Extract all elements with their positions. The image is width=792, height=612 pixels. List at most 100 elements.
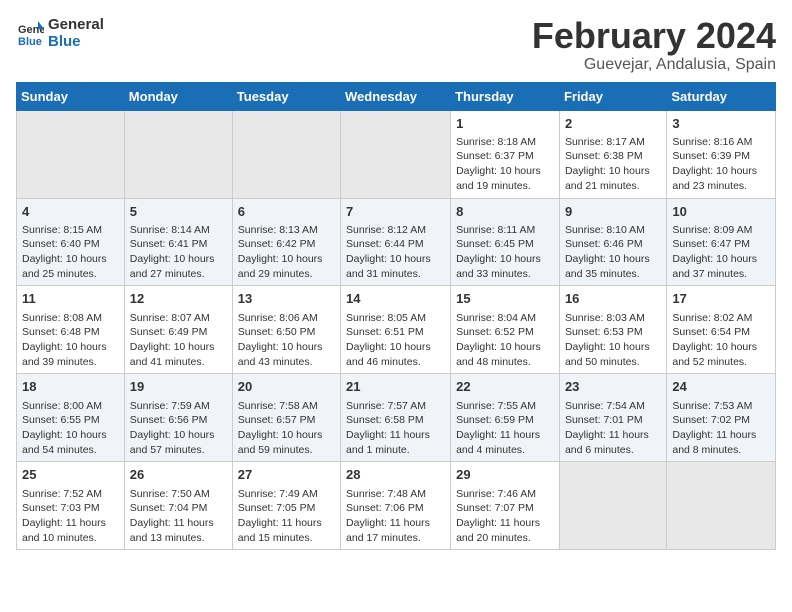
day-info: Sunrise: 8:03 AM Sunset: 6:53 PM Dayligh… (565, 311, 661, 370)
day-info: Sunrise: 8:06 AM Sunset: 6:50 PM Dayligh… (238, 311, 335, 370)
calendar-table: SundayMondayTuesdayWednesdayThursdayFrid… (16, 82, 776, 551)
day-number: 22 (456, 378, 554, 396)
calendar-cell (559, 462, 666, 550)
day-info: Sunrise: 7:50 AM Sunset: 7:04 PM Dayligh… (130, 487, 227, 546)
day-number: 11 (22, 290, 119, 308)
calendar-cell: 4 Sunrise: 8:15 AM Sunset: 6:40 PM Daylig… (17, 198, 125, 286)
calendar-cell (232, 110, 340, 198)
calendar-cell: 20Sunrise: 7:58 AM Sunset: 6:57 PM Dayli… (232, 374, 340, 462)
day-number: 23 (565, 378, 661, 396)
day-number: 19 (130, 378, 227, 396)
day-info: Sunrise: 7:52 AM Sunset: 7:03 PM Dayligh… (22, 487, 119, 546)
calendar-cell: 23 Sunrise: 7:54 AM Sunset: 7:01 PM Dayli… (559, 374, 666, 462)
day-info: Sunrise: 8:17 AM Sunset: 6:38 PM Dayligh… (565, 135, 661, 194)
weekday-header: Monday (124, 82, 232, 110)
calendar-week-row: 25Sunrise: 7:52 AM Sunset: 7:03 PM Dayli… (17, 462, 776, 550)
day-number: 16 (565, 290, 661, 308)
calendar-cell: 11 Sunrise: 8:08 AM Sunset: 6:48 PM Dayli… (17, 286, 125, 374)
calendar-cell (667, 462, 776, 550)
day-info: Sunrise: 8:04 AM Sunset: 6:52 PM Dayligh… (456, 311, 554, 370)
svg-text:Blue: Blue (18, 36, 42, 47)
calendar-title: February 2024 (532, 16, 776, 56)
calendar-cell: 10 Sunrise: 8:09 AM Sunset: 6:47 PM Dayli… (667, 198, 776, 286)
day-info: Sunrise: 8:08 AM Sunset: 6:48 PM Dayligh… (22, 311, 119, 370)
logo: General Blue General Blue (16, 16, 104, 51)
day-info: Sunrise: 7:58 AM Sunset: 6:57 PM Dayligh… (238, 399, 335, 458)
day-info: Sunrise: 7:57 AM Sunset: 6:58 PM Dayligh… (346, 399, 445, 458)
day-number: 5 (130, 203, 227, 221)
day-info: Sunrise: 8:16 AM Sunset: 6:39 PM Dayligh… (672, 135, 770, 194)
calendar-week-row: 18 Sunrise: 8:00 AM Sunset: 6:55 PM Dayli… (17, 374, 776, 462)
calendar-cell (124, 110, 232, 198)
weekday-header: Thursday (451, 82, 560, 110)
weekday-header: Wednesday (341, 82, 451, 110)
weekday-header: Friday (559, 82, 666, 110)
weekday-header-row: SundayMondayTuesdayWednesdayThursdayFrid… (17, 82, 776, 110)
day-number: 24 (672, 378, 770, 396)
calendar-cell: 16 Sunrise: 8:03 AM Sunset: 6:53 PM Dayli… (559, 286, 666, 374)
calendar-cell: 8Sunrise: 8:11 AM Sunset: 6:45 PM Daylig… (451, 198, 560, 286)
day-info: Sunrise: 8:12 AM Sunset: 6:44 PM Dayligh… (346, 223, 445, 282)
calendar-cell: 3 Sunrise: 8:16 AM Sunset: 6:39 PM Daylig… (667, 110, 776, 198)
day-number: 26 (130, 466, 227, 484)
day-info: Sunrise: 7:46 AM Sunset: 7:07 PM Dayligh… (456, 487, 554, 546)
day-number: 18 (22, 378, 119, 396)
calendar-week-row: 4 Sunrise: 8:15 AM Sunset: 6:40 PM Daylig… (17, 198, 776, 286)
calendar-cell: 9 Sunrise: 8:10 AM Sunset: 6:46 PM Daylig… (559, 198, 666, 286)
day-number: 3 (672, 115, 770, 133)
day-number: 29 (456, 466, 554, 484)
page-header: General Blue General Blue February 2024 … (16, 16, 776, 74)
day-number: 4 (22, 203, 119, 221)
calendar-subtitle: Guevejar, Andalusia, Spain (532, 56, 776, 74)
day-info: Sunrise: 8:00 AM Sunset: 6:55 PM Dayligh… (22, 399, 119, 458)
day-info: Sunrise: 7:48 AM Sunset: 7:06 PM Dayligh… (346, 487, 445, 546)
calendar-cell: 28 Sunrise: 7:48 AM Sunset: 7:06 PM Dayli… (341, 462, 451, 550)
calendar-cell (17, 110, 125, 198)
calendar-week-row: 1Sunrise: 8:18 AM Sunset: 6:37 PM Daylig… (17, 110, 776, 198)
title-block: February 2024 Guevejar, Andalusia, Spain (532, 16, 776, 74)
day-info: Sunrise: 8:02 AM Sunset: 6:54 PM Dayligh… (672, 311, 770, 370)
day-number: 17 (672, 290, 770, 308)
weekday-header: Tuesday (232, 82, 340, 110)
calendar-week-row: 11 Sunrise: 8:08 AM Sunset: 6:48 PM Dayli… (17, 286, 776, 374)
day-number: 15 (456, 290, 554, 308)
day-number: 1 (456, 115, 554, 133)
calendar-cell: 18 Sunrise: 8:00 AM Sunset: 6:55 PM Dayli… (17, 374, 125, 462)
calendar-cell: 1Sunrise: 8:18 AM Sunset: 6:37 PM Daylig… (451, 110, 560, 198)
calendar-cell: 22 Sunrise: 7:55 AM Sunset: 6:59 PM Dayli… (451, 374, 560, 462)
day-info: Sunrise: 7:53 AM Sunset: 7:02 PM Dayligh… (672, 399, 770, 458)
calendar-cell: 19Sunrise: 7:59 AM Sunset: 6:56 PM Dayli… (124, 374, 232, 462)
day-info: Sunrise: 8:15 AM Sunset: 6:40 PM Dayligh… (22, 223, 119, 282)
day-info: Sunrise: 7:55 AM Sunset: 6:59 PM Dayligh… (456, 399, 554, 458)
calendar-cell (341, 110, 451, 198)
day-number: 6 (238, 203, 335, 221)
day-number: 27 (238, 466, 335, 484)
day-number: 12 (130, 290, 227, 308)
day-info: Sunrise: 8:14 AM Sunset: 6:41 PM Dayligh… (130, 223, 227, 282)
day-number: 9 (565, 203, 661, 221)
calendar-cell: 17 Sunrise: 8:02 AM Sunset: 6:54 PM Dayli… (667, 286, 776, 374)
day-number: 14 (346, 290, 445, 308)
weekday-header: Sunday (17, 82, 125, 110)
day-number: 8 (456, 203, 554, 221)
calendar-cell: 21 Sunrise: 7:57 AM Sunset: 6:58 PM Dayli… (341, 374, 451, 462)
day-info: Sunrise: 8:13 AM Sunset: 6:42 PM Dayligh… (238, 223, 335, 282)
calendar-cell: 29 Sunrise: 7:46 AM Sunset: 7:07 PM Dayli… (451, 462, 560, 550)
calendar-cell: 27Sunrise: 7:49 AM Sunset: 7:05 PM Dayli… (232, 462, 340, 550)
day-number: 7 (346, 203, 445, 221)
calendar-cell: 2 Sunrise: 8:17 AM Sunset: 6:38 PM Daylig… (559, 110, 666, 198)
calendar-cell: 13Sunrise: 8:06 AM Sunset: 6:50 PM Dayli… (232, 286, 340, 374)
calendar-cell: 24 Sunrise: 7:53 AM Sunset: 7:02 PM Dayli… (667, 374, 776, 462)
day-info: Sunrise: 8:10 AM Sunset: 6:46 PM Dayligh… (565, 223, 661, 282)
day-info: Sunrise: 8:07 AM Sunset: 6:49 PM Dayligh… (130, 311, 227, 370)
logo-icon: General Blue (16, 19, 44, 47)
calendar-cell: 7 Sunrise: 8:12 AM Sunset: 6:44 PM Daylig… (341, 198, 451, 286)
day-number: 2 (565, 115, 661, 133)
calendar-cell: 5 Sunrise: 8:14 AM Sunset: 6:41 PM Daylig… (124, 198, 232, 286)
day-number: 28 (346, 466, 445, 484)
day-info: Sunrise: 7:54 AM Sunset: 7:01 PM Dayligh… (565, 399, 661, 458)
calendar-cell: 14Sunrise: 8:05 AM Sunset: 6:51 PM Dayli… (341, 286, 451, 374)
day-number: 10 (672, 203, 770, 221)
day-number: 21 (346, 378, 445, 396)
day-info: Sunrise: 8:09 AM Sunset: 6:47 PM Dayligh… (672, 223, 770, 282)
